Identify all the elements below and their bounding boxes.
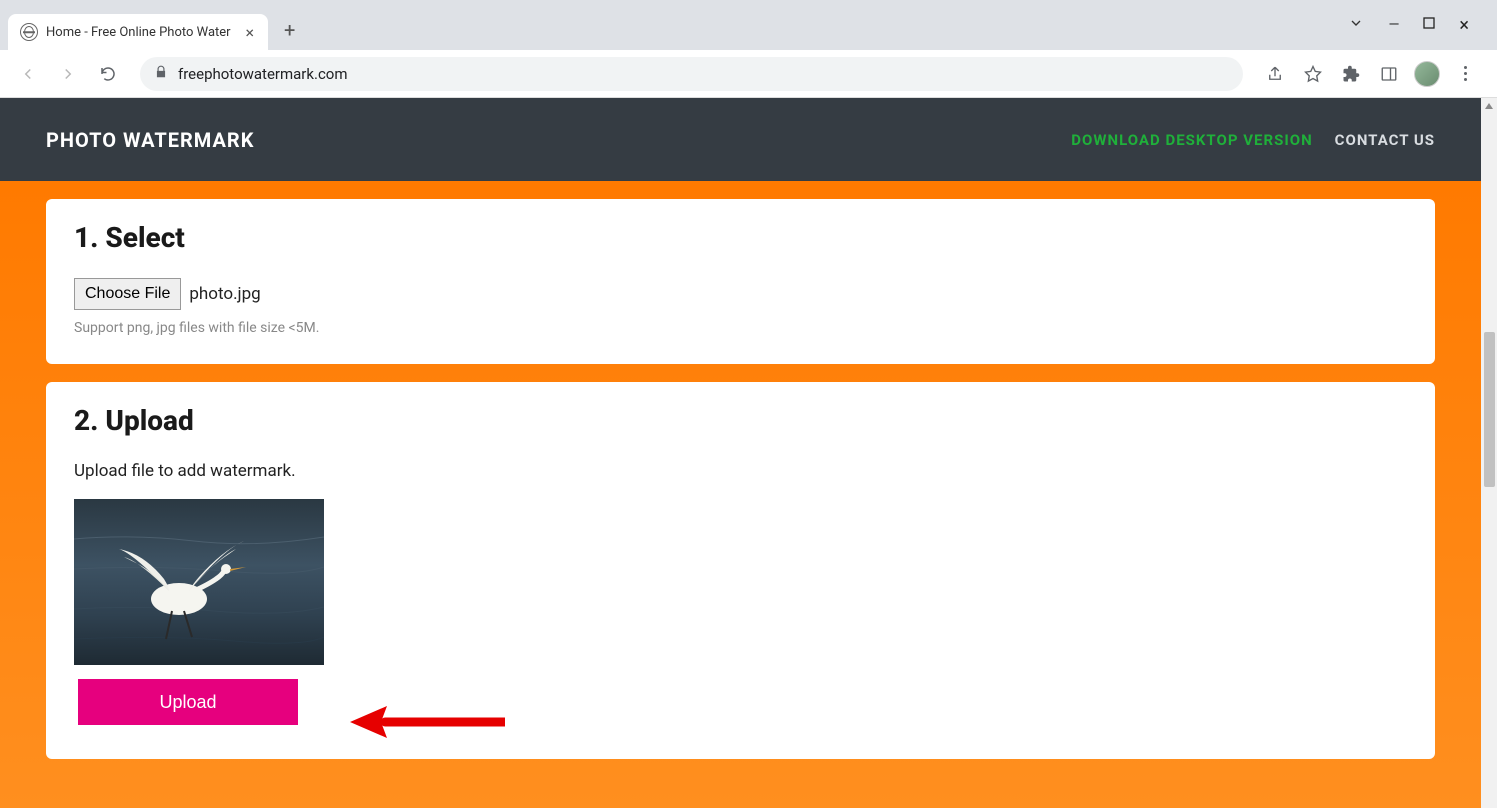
- reload-button[interactable]: [92, 58, 124, 90]
- side-panel-icon[interactable]: [1373, 58, 1405, 90]
- browser-toolbar: freephotowatermark.com: [0, 50, 1497, 98]
- tab-search-chevron-icon[interactable]: [1348, 15, 1364, 35]
- select-card: 1. Select Choose File photo.jpg Support …: [46, 199, 1435, 364]
- bookmark-star-icon[interactable]: [1297, 58, 1329, 90]
- selected-filename: photo.jpg: [189, 284, 260, 304]
- file-support-hint: Support png, jpg files with file size <5…: [74, 320, 1407, 336]
- tab-title: Home - Free Online Photo Water: [46, 25, 235, 40]
- url-text: freephotowatermark.com: [178, 65, 348, 83]
- annotation-arrow-icon: [345, 702, 505, 746]
- profile-avatar[interactable]: [1411, 58, 1443, 90]
- step1-title: 1. Select: [74, 221, 1407, 254]
- close-window-button[interactable]: ×: [1459, 15, 1469, 36]
- new-tab-button[interactable]: +: [268, 10, 311, 50]
- maximize-button[interactable]: [1423, 17, 1435, 33]
- image-preview: [74, 499, 324, 665]
- close-tab-icon[interactable]: ×: [243, 23, 256, 42]
- upload-button[interactable]: Upload: [78, 679, 298, 725]
- lock-icon: [154, 64, 168, 83]
- nav-contact-link[interactable]: CONTACT US: [1335, 131, 1435, 149]
- site-brand[interactable]: PHOTO WATERMARK: [46, 128, 254, 152]
- extensions-icon[interactable]: [1335, 58, 1367, 90]
- forward-button[interactable]: [52, 58, 84, 90]
- menu-button[interactable]: [1449, 58, 1481, 90]
- scroll-up-arrow-icon[interactable]: [1481, 98, 1497, 114]
- main-content: 1. Select Choose File photo.jpg Support …: [0, 181, 1481, 808]
- upload-card: 2. Upload Upload file to add watermark.: [46, 382, 1435, 759]
- step2-title: 2. Upload: [74, 404, 1407, 437]
- minimize-button[interactable]: —: [1388, 17, 1399, 33]
- choose-file-button[interactable]: Choose File: [74, 278, 181, 310]
- share-icon[interactable]: [1259, 58, 1291, 90]
- site-header: PHOTO WATERMARK DOWNLOAD DESKTOP VERSION…: [0, 98, 1481, 181]
- nav-download-link[interactable]: DOWNLOAD DESKTOP VERSION: [1071, 131, 1312, 149]
- browser-tab-strip: Home - Free Online Photo Water × + — ×: [0, 0, 1497, 50]
- browser-tab[interactable]: Home - Free Online Photo Water ×: [8, 14, 268, 50]
- back-button[interactable]: [12, 58, 44, 90]
- scroll-thumb[interactable]: [1484, 332, 1495, 487]
- address-bar[interactable]: freephotowatermark.com: [140, 57, 1243, 91]
- page-viewport: PHOTO WATERMARK DOWNLOAD DESKTOP VERSION…: [0, 98, 1497, 808]
- globe-icon: [20, 23, 38, 41]
- upload-hint: Upload file to add watermark.: [74, 461, 1407, 481]
- vertical-scrollbar[interactable]: [1481, 98, 1497, 808]
